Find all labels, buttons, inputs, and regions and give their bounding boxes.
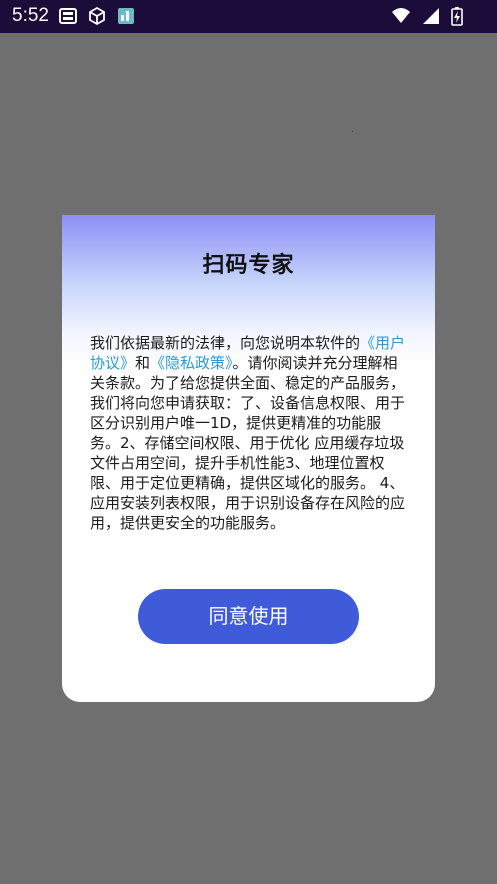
agree-button[interactable]: 同意使用 <box>138 589 359 644</box>
signal-icon <box>421 6 441 26</box>
status-icons-right <box>391 6 463 26</box>
screen: 5:52 扫码专家 我们依据最新的法律，向您说明本软件的《用户协议》和《隐私政策… <box>0 0 497 884</box>
wifi-icon <box>391 6 411 26</box>
and-text: 和 <box>135 354 151 372</box>
cube-icon <box>87 6 107 26</box>
status-bar: 5:52 <box>0 0 497 33</box>
status-time: 5:52 <box>12 5 49 26</box>
dialog-title: 扫码专家 <box>202 253 295 278</box>
body-intro: 我们依据最新的法律，向您说明本软件的 <box>90 334 361 352</box>
privacy-dialog: 扫码专家 我们依据最新的法律，向您说明本软件的《用户协议》和《隐私政策》。请你阅… <box>62 215 435 702</box>
privacy-policy-link[interactable]: 《隐私政策》 <box>150 354 233 372</box>
body-rest: 。请你阅读并充分理解相关条款。为了给您提供全面、稳定的产品服务，我们将向您申请获… <box>90 354 406 532</box>
app-notification-icon <box>116 6 136 26</box>
status-icons-left <box>58 6 136 26</box>
battery-charging-icon <box>451 6 463 26</box>
sim-card-icon <box>58 6 78 26</box>
speck <box>352 131 353 132</box>
dialog-body: 我们依据最新的法律，向您说明本软件的《用户协议》和《隐私政策》。请你阅读并充分理… <box>90 333 410 533</box>
